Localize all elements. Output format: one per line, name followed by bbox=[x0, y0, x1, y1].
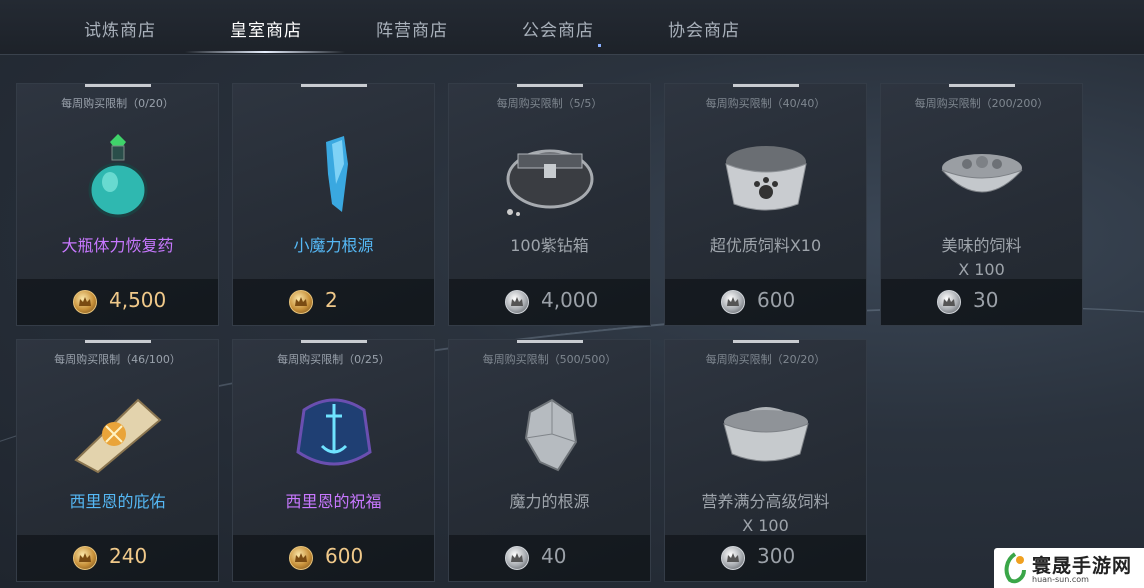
shop-item-card[interactable]: 每周购买限制（46/100） 西里恩的庇佑 240 bbox=[16, 339, 219, 582]
weekly-limit-label: 每周购买限制（0/25） bbox=[277, 353, 390, 366]
silver-crown-coin-icon bbox=[505, 290, 529, 314]
shop-item-card[interactable]: 每周购买限制（0/25） 西里恩的祝福 600 bbox=[232, 339, 435, 582]
chest-icon bbox=[506, 149, 593, 216]
silver-crown-coin-icon bbox=[937, 290, 961, 314]
gold-crown-coin-icon bbox=[289, 290, 313, 314]
shop-item-card[interactable]: 小魔力根源 2 bbox=[232, 83, 435, 326]
price-bar: 40 bbox=[449, 535, 650, 581]
price-bar: 240 bbox=[17, 535, 218, 581]
tab-royal-shop[interactable]: 皇室商店 bbox=[230, 16, 302, 41]
price-bar: 600 bbox=[233, 535, 434, 581]
item-name: 营养满分高级饲料 X 100 bbox=[665, 490, 866, 538]
item-name: 小魔力根源 bbox=[293, 236, 374, 255]
watermark-logo-icon bbox=[1004, 552, 1026, 584]
shop-tab-bar: 试炼商店 皇室商店 阵营商店 公会商店 协会商店 bbox=[0, 0, 1144, 55]
item-name: 西里恩的庇佑 bbox=[69, 492, 166, 511]
active-tab-underline bbox=[185, 51, 345, 53]
rune-stone-icon bbox=[295, 398, 372, 466]
item-name: 100紫钻箱 bbox=[510, 236, 589, 255]
potion-icon bbox=[88, 134, 147, 218]
scroll-icon bbox=[73, 398, 162, 474]
shop-item-card[interactable]: 每周购买限制（5/5） 100紫钻箱 4,000 bbox=[448, 83, 651, 326]
shop-item-card[interactable]: 每周购买限制（20/20） 营养满分高级饲料 X 100 300 bbox=[664, 339, 867, 582]
price-bar: 30 bbox=[881, 279, 1082, 325]
silver-crown-coin-icon bbox=[721, 546, 745, 570]
tab-association-shop[interactable]: 协会商店 bbox=[668, 16, 740, 41]
price-bar: 600 bbox=[665, 279, 866, 325]
item-price: 300 bbox=[757, 544, 796, 568]
item-price: 2 bbox=[325, 288, 338, 312]
card-top-accent bbox=[85, 340, 151, 343]
weekly-limit-label: 每周购买限制（20/20） bbox=[705, 353, 826, 366]
tab-guild-shop[interactable]: 公会商店 bbox=[522, 16, 594, 41]
shop-item-card[interactable]: 每周购买限制（0/20） 大瓶体力恢复药 4,500 bbox=[16, 83, 219, 326]
price-bar: 300 bbox=[665, 535, 866, 581]
shop-item-card[interactable]: 每周购买限制（200/200） 美味的饲料 X 100 30 bbox=[880, 83, 1083, 326]
card-top-accent bbox=[301, 340, 367, 343]
ore-icon bbox=[524, 398, 577, 472]
gold-crown-coin-icon bbox=[289, 546, 313, 570]
weekly-limit-label: 每周购买限制（0/20） bbox=[61, 97, 174, 110]
shop-item-card[interactable]: 每周购买限制（500/500） 魔力的根源 40 bbox=[448, 339, 651, 582]
item-name: 超优质饲料X10 bbox=[709, 236, 822, 255]
premium-food-bowl-icon bbox=[722, 407, 809, 462]
card-top-accent bbox=[517, 84, 583, 87]
item-name-line1: 美味的饲料 bbox=[941, 236, 1022, 255]
card-top-accent bbox=[85, 84, 151, 87]
gold-crown-coin-icon bbox=[73, 290, 97, 314]
item-name-line1: 营养满分高级饲料 bbox=[701, 492, 830, 511]
item-name: 美味的饲料 X 100 bbox=[881, 234, 1082, 282]
silver-crown-coin-icon bbox=[505, 546, 529, 570]
tab-notification-dot bbox=[598, 44, 601, 47]
silver-crown-coin-icon bbox=[721, 290, 745, 314]
gold-crown-coin-icon bbox=[73, 546, 97, 570]
price-bar: 2 bbox=[233, 279, 434, 325]
watermark-url: huan-sun.com bbox=[1032, 575, 1089, 584]
watermark-text: 寰晟手游网 bbox=[1032, 555, 1133, 577]
item-price: 600 bbox=[757, 288, 796, 312]
item-name: 魔力的根源 bbox=[509, 492, 590, 511]
tab-faction-shop[interactable]: 阵营商店 bbox=[376, 16, 448, 41]
card-top-accent bbox=[733, 84, 799, 87]
crystal-icon bbox=[325, 136, 348, 212]
item-name: 西里恩的祝福 bbox=[285, 492, 382, 511]
watermark-badge: 寰晟手游网 huan-sun.com bbox=[994, 548, 1144, 588]
card-top-accent bbox=[733, 340, 799, 343]
item-price: 40 bbox=[541, 544, 567, 568]
price-bar: 4,000 bbox=[449, 279, 650, 325]
item-price: 240 bbox=[109, 544, 148, 568]
card-top-accent bbox=[949, 84, 1015, 87]
weekly-limit-label: 每周购买限制（46/100） bbox=[54, 353, 181, 366]
shop-item-card[interactable]: 每周购买限制（40/40） 超优质饲料X10 600 bbox=[664, 83, 867, 326]
item-price: 4,000 bbox=[541, 288, 599, 312]
pet-food-bowl-icon bbox=[724, 146, 807, 211]
card-top-accent bbox=[301, 84, 367, 87]
item-price: 600 bbox=[325, 544, 364, 568]
item-price: 30 bbox=[973, 288, 999, 312]
food-bowl-icon bbox=[941, 154, 1022, 193]
weekly-limit-label: 每周购买限制（5/5） bbox=[496, 97, 603, 110]
weekly-limit-label: 每周购买限制（200/200） bbox=[914, 97, 1049, 110]
tab-trial-shop[interactable]: 试炼商店 bbox=[84, 16, 156, 41]
weekly-limit-label: 每周购买限制（500/500） bbox=[482, 353, 617, 366]
price-bar: 4,500 bbox=[17, 279, 218, 325]
card-top-accent bbox=[517, 340, 583, 343]
item-name: 大瓶体力恢复药 bbox=[61, 236, 174, 255]
weekly-limit-label: 每周购买限制（40/40） bbox=[705, 97, 826, 110]
item-price: 4,500 bbox=[109, 288, 167, 312]
